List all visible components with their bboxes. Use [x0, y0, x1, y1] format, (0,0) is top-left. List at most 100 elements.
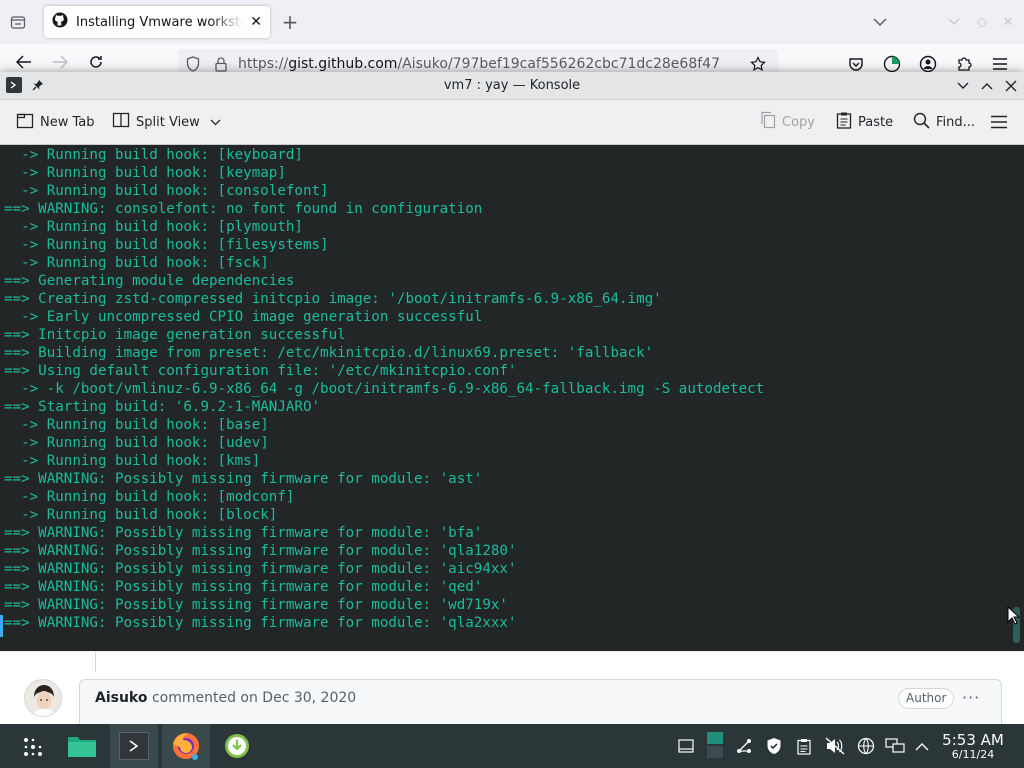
list-all-tabs-icon[interactable]	[8, 12, 28, 32]
network-globe-icon[interactable]	[856, 736, 876, 756]
wired-network-icon[interactable]	[884, 736, 906, 756]
back-icon[interactable]	[14, 52, 34, 72]
terminal-icon	[119, 732, 149, 760]
minimize-window-icon[interactable]	[944, 12, 964, 32]
avatar[interactable]	[24, 679, 62, 717]
copy-icon	[760, 111, 782, 133]
active-line-marker	[0, 615, 3, 637]
shield-icon[interactable]	[184, 55, 202, 73]
file-manager-icon[interactable]	[64, 732, 100, 760]
extension-badge-icon[interactable]	[882, 54, 902, 74]
lock-icon[interactable]	[212, 55, 230, 73]
konsole-titlebar[interactable]: vm7 : yay — Konsole	[0, 72, 1024, 100]
update-manager-icon[interactable]	[222, 731, 252, 761]
bookmark-star-icon[interactable]	[748, 55, 768, 73]
mouse-pointer-icon	[1006, 605, 1022, 627]
clock-time[interactable]: 5:53 AM	[936, 731, 1010, 749]
find-button[interactable]: Find...	[913, 110, 975, 134]
find-label: Find...	[936, 114, 976, 130]
extensions-puzzle-icon[interactable]	[954, 54, 974, 74]
search-icon	[913, 112, 936, 133]
maximize-icon[interactable]	[978, 77, 996, 95]
konsole-toolbar: New Tab Split View Copy Paste Find...	[0, 100, 1024, 145]
split-view-label: Split View	[136, 114, 200, 130]
terminal-line: ==> WARNING: Possibly missing firmware f…	[4, 615, 517, 631]
paste-label: Paste	[858, 114, 894, 130]
terminal-line: -> Running build hook: [udev]	[4, 435, 269, 451]
terminal-line: ==> WARNING: Possibly missing firmware f…	[4, 471, 483, 487]
comment-meta[interactable]: commented on Dec 30, 2020	[152, 690, 356, 706]
app-menu-icon[interactable]	[990, 54, 1010, 74]
terminal-line: -> Running build hook: [kms]	[4, 453, 261, 469]
more-options-icon[interactable]: ···	[962, 688, 980, 707]
author-badge: Author	[898, 688, 955, 709]
split-view-icon	[112, 111, 136, 133]
terminal-line: -> Running build hook: [consolefont]	[4, 183, 329, 199]
hamburger-menu-icon[interactable]	[990, 110, 1014, 134]
terminal-line: ==> Initcpio image generation successful	[4, 327, 346, 343]
terminal-line: ==> Building image from preset: /etc/mki…	[4, 345, 654, 361]
reload-icon[interactable]	[86, 52, 106, 72]
terminal-line: ==> WARNING: Possibly missing firmware f…	[4, 525, 483, 541]
pocket-icon[interactable]	[846, 54, 866, 74]
security-shield-icon[interactable]	[764, 736, 784, 756]
tab-title: Installing Vmware workstation	[76, 14, 245, 30]
terminal-line: -> Running build hook: [base]	[4, 417, 269, 433]
konsole-window: vm7 : yay — Konsole New Tab Split View C…	[0, 72, 1024, 652]
account-icon[interactable]	[918, 54, 938, 74]
new-tab-button[interactable]: +	[280, 10, 300, 34]
konsole-taskbar-button[interactable]	[110, 724, 158, 768]
firefox-taskbar-button[interactable]	[162, 724, 210, 768]
terminal-line: ==> Starting build: '6.9.2-1-MANJARO'	[4, 399, 321, 415]
timeline-line	[95, 652, 96, 672]
firefox-icon	[173, 733, 199, 760]
paste-button[interactable]: Paste	[836, 110, 893, 134]
chevron-down-icon[interactable]	[870, 12, 890, 32]
terminal-line: -> Running build hook: [fsck]	[4, 255, 269, 271]
terminal-line: ==> WARNING: Possibly missing firmware f…	[4, 597, 508, 613]
terminal-line: -> Early uncompressed CPIO image generat…	[4, 309, 483, 325]
close-window-icon[interactable]: ✕	[998, 12, 1018, 32]
terminal-line: ==> Generating module dependencies	[4, 273, 295, 289]
chevron-down-icon	[210, 115, 227, 130]
close-tab-icon[interactable]: ✕	[250, 14, 262, 30]
close-icon[interactable]	[1002, 77, 1020, 95]
comment-author[interactable]: Aisuko	[95, 690, 148, 706]
terminal-line: ==> Using default configuration file: '/…	[4, 363, 517, 379]
browser-tab[interactable]: Installing Vmware workstation ✕	[44, 6, 270, 38]
new-tab-button[interactable]: New Tab	[16, 110, 95, 134]
clipboard-icon	[836, 111, 858, 133]
kde-connect-icon[interactable]	[734, 736, 754, 756]
copy-label: Copy	[782, 114, 815, 130]
clock-date[interactable]: 6/11/24	[936, 748, 1010, 761]
volume-muted-icon[interactable]	[824, 736, 846, 756]
show-desktop-icon[interactable]	[676, 736, 696, 756]
browser-tabbar: Installing Vmware workstation ✕ + ◇ ✕	[0, 0, 1024, 44]
copy-button[interactable]: Copy	[760, 110, 815, 134]
terminal-output[interactable]: -> Running build hook: [keyboard] -> Run…	[0, 145, 1024, 651]
new-tab-icon	[16, 111, 40, 133]
terminal-line: -> Running build hook: [keymap]	[4, 165, 286, 181]
terminal-line: ==> Creating zstd-compressed initcpio im…	[4, 291, 662, 307]
terminal-line: -> -k /boot/vmlinuz-6.9-x86_64 -g /boot/…	[4, 381, 765, 397]
terminal-line: ==> WARNING: Possibly missing firmware f…	[4, 579, 483, 595]
terminal-lines: -> Running build hook: [keyboard] -> Run…	[4, 146, 764, 632]
pager-icon[interactable]	[704, 730, 726, 760]
terminal-line: ==> WARNING: consolefont: no font found …	[4, 201, 483, 217]
maximize-window-icon[interactable]: ◇	[972, 12, 992, 32]
clipboard-tray-icon[interactable]	[794, 736, 814, 756]
konsole-title: vm7 : yay — Konsole	[443, 78, 581, 93]
terminal-line: ==> WARNING: Possibly missing firmware f…	[4, 543, 517, 559]
terminal-line: ==> WARNING: Possibly missing firmware f…	[4, 561, 517, 577]
terminal-line: -> Running build hook: [modconf]	[4, 489, 295, 505]
application-launcher-icon[interactable]	[20, 734, 46, 760]
forward-icon[interactable]	[50, 52, 70, 72]
github-icon	[52, 12, 68, 32]
minimize-icon[interactable]	[954, 77, 972, 95]
terminal-line: -> Running build hook: [block]	[4, 507, 278, 523]
new-tab-label: New Tab	[40, 114, 95, 130]
url-text: https://gist.github.com/Aisuko/797bef19c…	[238, 56, 720, 72]
split-view-button[interactable]: Split View	[112, 110, 227, 134]
system-tray-expand-icon[interactable]	[912, 736, 932, 756]
terminal-line: -> Running build hook: [plymouth]	[4, 219, 303, 235]
